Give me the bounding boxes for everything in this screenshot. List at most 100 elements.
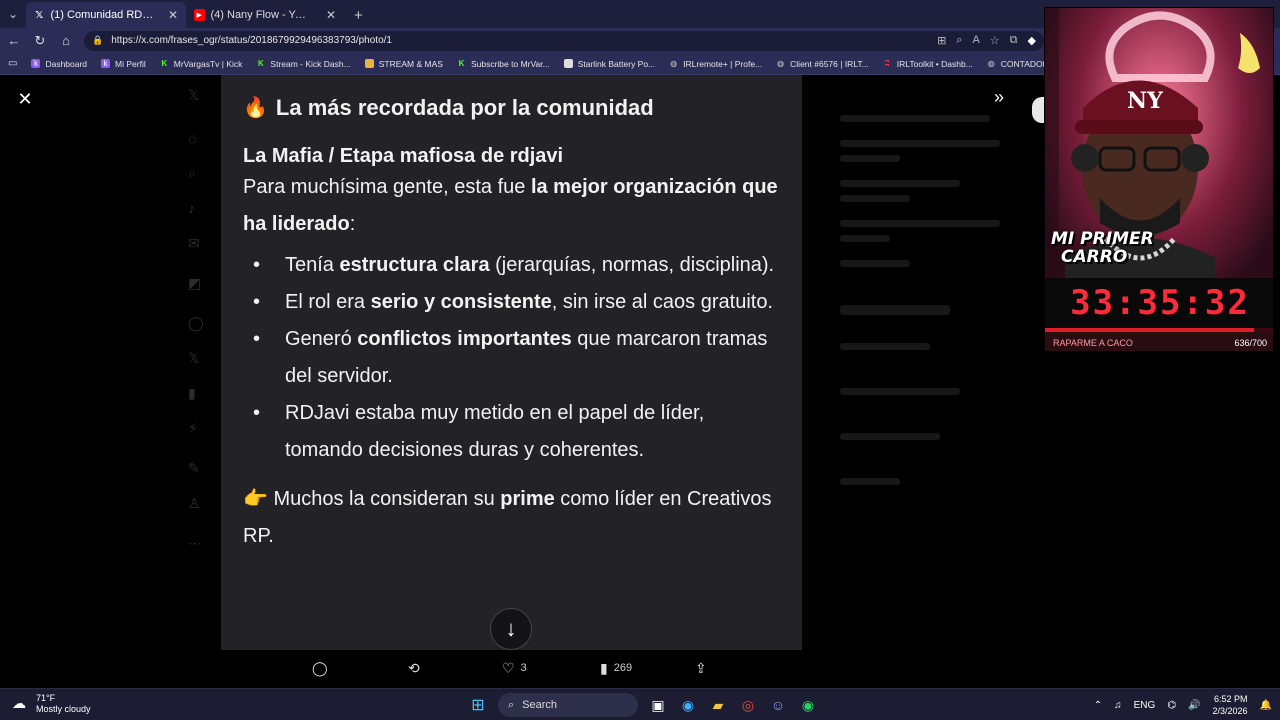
- photo-footer: 👉 Muchos la consideran su prime como líd…: [243, 488, 772, 547]
- extension-diamond-icon[interactable]: ◆: [1028, 34, 1036, 47]
- close-photo-button[interactable]: ✕: [14, 88, 36, 110]
- url-text[interactable]: https://x.com/frases_ogr/status/20186799…: [111, 35, 929, 46]
- edit-icon: ✎: [188, 460, 200, 476]
- irltoolkit-icon: ʭ: [884, 59, 890, 68]
- x-logo-icon: 𝕏: [35, 9, 44, 21]
- share-button[interactable]: ⇪: [695, 660, 707, 677]
- repost-button[interactable]: ⟲: [408, 660, 426, 677]
- post-photo[interactable]: 🔥 La más recordada por la comunidad La M…: [221, 75, 802, 650]
- chevron-up-icon[interactable]: ⌃: [1094, 700, 1102, 711]
- tab-title: (4) Nany Flow - YouTube: [210, 9, 312, 21]
- extensions-icon[interactable]: ⧉: [1010, 34, 1018, 47]
- taskbar-search-box[interactable]: ⌕ Search: [498, 693, 638, 717]
- bookmark-mi-perfil[interactable]: k Mi Perfil: [101, 59, 146, 69]
- globe-icon: ◍: [777, 59, 785, 68]
- language-indicator[interactable]: ENG: [1134, 700, 1156, 711]
- kick-icon: k: [31, 59, 41, 68]
- tab-actions-menu-icon[interactable]: ⌄: [0, 0, 26, 28]
- goal-count: 636/700: [1234, 338, 1267, 348]
- profile-icon: ♙: [188, 495, 201, 511]
- bookmark-icon: ▮: [188, 385, 196, 401]
- photo-subheading: La Mafia / Etapa mafiosa de rdjavi: [243, 145, 564, 167]
- svg-text:NY: NY: [1127, 88, 1163, 114]
- home-icon: ⌂: [188, 130, 197, 146]
- mail-icon: ✉: [188, 235, 200, 251]
- favorite-star-icon[interactable]: ☆: [990, 34, 1000, 47]
- kick-icon: K: [258, 59, 264, 68]
- globe-icon: ◍: [987, 59, 995, 68]
- search-icon: ⌕: [188, 165, 196, 181]
- back-arrow-icon[interactable]: ←: [6, 33, 22, 48]
- goal-label: RAPARME A CACO: [1053, 338, 1133, 348]
- refresh-icon[interactable]: ↻: [32, 33, 48, 49]
- bell-icon: ♪: [188, 200, 195, 216]
- microphone-icon[interactable]: ♫: [1114, 700, 1122, 711]
- page-icon: [563, 59, 573, 68]
- zoom-icon[interactable]: ⌕: [956, 34, 962, 47]
- edge-browser-icon[interactable]: ◉: [678, 695, 698, 715]
- bookmark-irlremote[interactable]: ◍ IRLremote+ | Profe...: [669, 59, 762, 69]
- dimmed-sidebar-nav: 𝕏 ⌂ ⌕ ♪ ✉ ◩ ◯ 𝕏 ▮ ⚡ ✎ ♙ ⋯: [180, 75, 220, 688]
- taskbar-apps: ⊞ ⌕ Search ▣ ◉ ▰ ◎ ☺ ◉: [468, 692, 818, 718]
- bookmark-client-6576[interactable]: ◍ Client #6576 | IRLT...: [776, 59, 869, 69]
- folder-icon: [364, 59, 374, 68]
- bookmark-starlink[interactable]: Starlink Battery Po...: [563, 59, 655, 69]
- reply-button[interactable]: ◯: [312, 660, 334, 677]
- photo-heading: 🔥 La más recordada por la comunidad: [243, 93, 783, 123]
- close-tab-icon[interactable]: ✕: [326, 8, 336, 22]
- fire-emoji-icon: 🔥: [243, 97, 268, 119]
- task-view-icon[interactable]: ▣: [648, 695, 668, 715]
- bookmark-subscribe[interactable]: K Subscribe to MrVar...: [457, 59, 550, 69]
- list-item: Tenía estructura clara (jerarquías, norm…: [243, 247, 783, 284]
- system-tray: ⌃ ♫ ENG ⌬ 🔊 6:52 PM 2/3/2026 🔔: [1094, 691, 1272, 719]
- network-icon[interactable]: ⌬: [1167, 700, 1176, 711]
- clock[interactable]: 6:52 PM 2/3/2026: [1213, 693, 1248, 717]
- windows-taskbar: ☁ 71°F Mostly cloudy ⊞ ⌕ Search ▣ ◉ ▰ ◎ …: [0, 688, 1280, 720]
- bookmark-dashboard[interactable]: k Dashboard: [31, 59, 87, 69]
- close-tab-icon[interactable]: ✕: [168, 8, 178, 22]
- communities-icon: ◯: [188, 315, 204, 331]
- notification-bell-icon[interactable]: 🔔: [1260, 700, 1272, 711]
- weather-widget[interactable]: ☁ 71°F Mostly cloudy: [12, 693, 91, 715]
- volume-icon[interactable]: 🔊: [1188, 700, 1200, 711]
- discord-icon[interactable]: ☺: [768, 695, 788, 715]
- x-logo-icon: 𝕏: [188, 87, 200, 103]
- expand-sidebar-icon[interactable]: »: [988, 86, 1010, 108]
- stream-timer: 33:35:32: [1045, 278, 1273, 328]
- share-icon: ⇪: [695, 659, 707, 676]
- url-bar[interactable]: 🔒 https://x.com/frases_ogr/status/201867…: [84, 30, 1044, 51]
- read-aloud-icon[interactable]: A: [972, 34, 979, 47]
- post-action-bar: ◯ ⟲ ♡ 3 ▮ 269 ⇪: [300, 658, 730, 678]
- photo-bullet-list: Tenía estructura clara (jerarquías, norm…: [243, 247, 783, 469]
- bookmark-contador[interactable]: ◍ CONTADOR: [987, 59, 1049, 69]
- repost-icon: ⟲: [408, 659, 420, 676]
- kick-icon: K: [458, 59, 465, 68]
- bookmark-mrvargastv-kick[interactable]: K MrVargasTv | Kick: [160, 59, 242, 69]
- tab-comunidad-rdjavi[interactable]: 𝕏 (1) Comunidad RDJavi Community ✕: [26, 2, 186, 28]
- like-button[interactable]: ♡ 3: [502, 660, 527, 677]
- home-icon[interactable]: ⌂: [58, 33, 74, 48]
- photo-text-content: 🔥 La más recordada por la comunidad La M…: [243, 93, 783, 555]
- bookmark-irltoolkit[interactable]: ʭ IRLToolkit • Dashb...: [883, 59, 973, 69]
- spotify-icon[interactable]: ◉: [798, 695, 818, 715]
- windows-start-icon[interactable]: ⊞: [468, 695, 488, 715]
- youtube-icon: ▶: [194, 9, 205, 21]
- new-tab-button[interactable]: +: [344, 2, 373, 28]
- premium-icon: 𝕏: [188, 350, 200, 366]
- webcam-overlay: NY MI PRIMER CARRO 33:35:32 RAPARME A CA…: [1044, 7, 1274, 352]
- tab-title: (1) Comunidad RDJavi Community: [50, 9, 154, 21]
- views-button[interactable]: ▮ 269: [600, 660, 632, 677]
- bookmark-stream-kick-dash[interactable]: K Stream - Kick Dash...: [256, 59, 351, 69]
- split-screen-icon[interactable]: ⊞: [937, 34, 946, 47]
- file-explorer-icon[interactable]: ▰: [708, 695, 728, 715]
- grok-icon: ◩: [188, 275, 202, 291]
- tab-nany-flow-youtube[interactable]: ▶ (4) Nany Flow - YouTube ✕: [186, 2, 344, 28]
- bookmarks-menu-icon[interactable]: ▭: [8, 58, 17, 69]
- more-icon: ⋯: [188, 535, 202, 551]
- kick-icon: k: [101, 59, 111, 68]
- bookmark-stream-mas[interactable]: STREAM & MAS: [364, 59, 443, 69]
- chrome-icon[interactable]: ◎: [738, 695, 758, 715]
- goal-label-row: RAPARME A CACO 636/700: [1045, 332, 1273, 351]
- search-icon: ⌕: [508, 698, 515, 711]
- scroll-down-arrow-icon[interactable]: ↓: [490, 608, 532, 650]
